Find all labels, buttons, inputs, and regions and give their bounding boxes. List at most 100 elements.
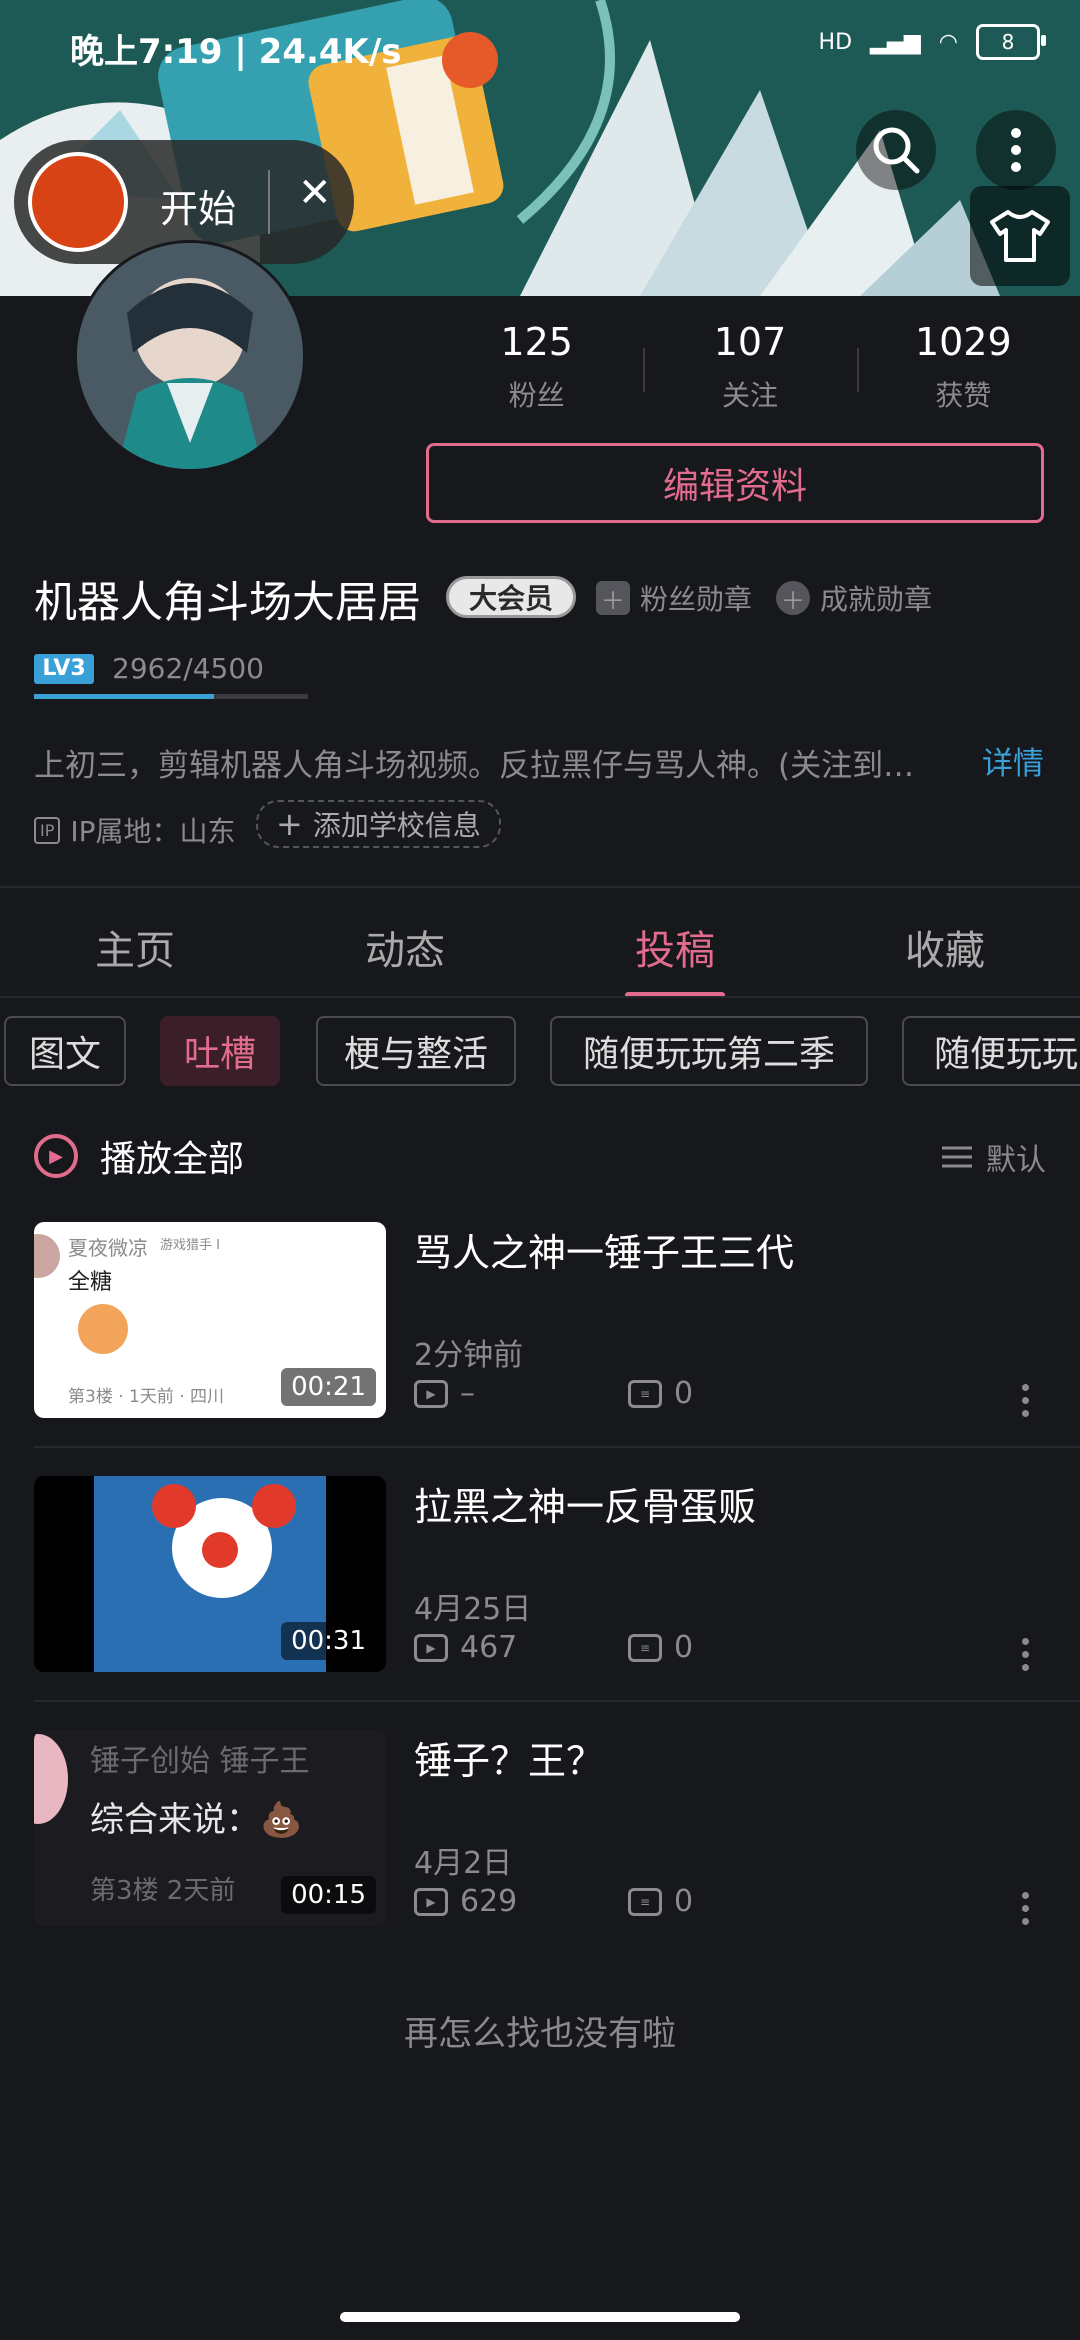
home-indicator[interactable] — [340, 2312, 740, 2322]
list-sort-icon — [942, 1146, 972, 1168]
level-progress-fill — [34, 694, 215, 699]
tab-dynamics[interactable]: 动态 — [270, 898, 540, 998]
video-thumbnail[interactable]: 锤子创始 锤子王 综合来说：💩 第3楼 2天前 00:15 — [34, 1730, 386, 1926]
record-close-icon[interactable]: ✕ — [298, 170, 332, 216]
chip-season-two[interactable]: 随便玩玩第二季 — [550, 1016, 868, 1086]
chip-graphic[interactable]: 图文 — [4, 1016, 126, 1086]
level-exp: 2962/4500 — [112, 652, 264, 685]
comment-icon: ≡ — [628, 1887, 662, 1916]
status-time: 晚上7:19 | 24.4K/s — [70, 32, 402, 72]
section-divider — [0, 886, 1080, 888]
video-comments: ≡ 0 — [628, 1884, 693, 1919]
video-item[interactable]: 锤子创始 锤子王 综合来说：💩 第3楼 2天前 00:15 锤子？王？ 4月2日… — [0, 1730, 1080, 1984]
achievement-medal[interactable]: ＋ 成就勋章 — [776, 578, 932, 618]
stat-followers-label: 粉丝 — [508, 379, 565, 412]
stat-following-label: 关注 — [721, 379, 778, 412]
thumb-emoji — [78, 1304, 128, 1354]
play-count-icon: ▶ — [414, 1633, 448, 1662]
thumb-text: 综合来说：💩 — [90, 1800, 303, 1840]
profile-tabs: 主页 动态 投稿 收藏 — [0, 898, 1080, 998]
video-thumbnail[interactable]: 夏夜微凉 游戏猎手 I 全糖 第3楼 · 1天前 · 四川 00:21 — [34, 1222, 386, 1418]
chip-complaint[interactable]: 吐槽 — [160, 1016, 280, 1086]
vip-badge[interactable]: 大会员 — [446, 576, 576, 618]
video-item[interactable]: 夏夜微凉 游戏猎手 I 全糖 第3楼 · 1天前 · 四川 00:21 骂人之神… — [0, 1222, 1080, 1476]
search-button[interactable] — [856, 110, 936, 190]
add-school-label: 添加学校信息 — [312, 809, 481, 842]
add-school-button[interactable]: + 添加学校信息 — [256, 800, 501, 848]
bio-more-link[interactable]: 详情 — [982, 738, 1044, 783]
video-item[interactable]: 00:31 拉黑之神一反骨蛋贩 4月25日 ▶ 467 ≡ 0 — [0, 1476, 1080, 1730]
status-icons: HD ▂▄▆ ◠ 8 — [818, 24, 1046, 60]
hd-signal-icon: HD — [818, 29, 853, 55]
thumb-avatar — [34, 1234, 60, 1278]
play-all-label: 播放全部 — [100, 1139, 245, 1180]
profile-stats: 125 粉丝 107 关注 1029 获赞 — [430, 320, 1070, 414]
edit-profile-button[interactable]: 编辑资料 — [426, 443, 1044, 523]
record-button[interactable] — [28, 152, 128, 252]
fan-medal-label: 粉丝勋章 — [640, 583, 753, 616]
thumb-avatar — [34, 1734, 68, 1824]
play-count-icon: ▶ — [414, 1379, 448, 1408]
ip-location-label: IP属地：山东 — [70, 815, 236, 848]
video-duration: 00:21 — [281, 1368, 376, 1406]
stat-likes-count: 1029 — [914, 320, 1012, 364]
achievement-medal-icon: ＋ — [776, 581, 810, 615]
stat-divider — [856, 348, 859, 392]
stat-divider — [643, 348, 646, 392]
thumb-text: 全糖 — [68, 1270, 113, 1295]
wifi-icon: ◠ — [938, 29, 958, 55]
video-date: 4月2日 — [414, 1846, 513, 1881]
stat-followers[interactable]: 125 粉丝 — [430, 320, 643, 414]
dress-up-button[interactable] — [970, 186, 1070, 286]
ip-icon: IP — [34, 816, 61, 844]
avatar[interactable] — [74, 240, 306, 472]
category-chips: 图文 吐槽 梗与整活 随便玩玩第二季 随便玩玩 — [0, 1016, 1080, 1090]
stat-likes[interactable]: 1029 获赞 — [856, 320, 1070, 414]
level-progress-bar — [34, 694, 308, 699]
stat-following-count: 107 — [713, 320, 787, 364]
video-views: ▶ 629 — [414, 1884, 517, 1919]
stat-likes-label: 获赞 — [935, 379, 992, 412]
video-title[interactable]: 拉黑之神一反骨蛋贩 — [414, 1476, 756, 1531]
end-of-list-message: 再怎么找也没有啦 — [404, 2014, 676, 2054]
video-more-icon[interactable] — [1020, 1384, 1030, 1417]
play-all-button[interactable]: ▶ 播放全部 — [34, 1130, 244, 1182]
tabs-divider — [0, 996, 1080, 998]
cellular-signal-icon: ▂▄▆ — [870, 29, 921, 55]
clown-hair-right — [252, 1484, 296, 1528]
level-badge: LV3 — [34, 653, 94, 684]
item-divider — [34, 1700, 1080, 1702]
video-more-icon[interactable] — [1020, 1892, 1030, 1925]
thumb-username: 锤子创始 锤子王 — [90, 1744, 310, 1779]
thumb-username: 夏夜微凉 — [68, 1236, 148, 1260]
video-views: ▶ 467 — [414, 1630, 517, 1665]
video-duration: 00:31 — [281, 1622, 376, 1660]
battery-icon: 8 — [976, 24, 1046, 60]
tab-favorites[interactable]: 收藏 — [810, 898, 1080, 998]
status-bar: 晚上7:19 | 24.4K/s HD ▂▄▆ ◠ 8 — [0, 0, 1080, 95]
item-divider — [34, 1446, 1080, 1448]
tshirt-icon — [990, 210, 1050, 262]
sort-label: 默认 — [986, 1143, 1046, 1178]
ip-location: IP IP属地：山东 — [34, 810, 236, 850]
sort-button[interactable]: 默认 — [942, 1135, 1046, 1179]
video-title[interactable]: 骂人之神一锤子王三代 — [414, 1222, 794, 1277]
more-vertical-icon — [1011, 128, 1021, 172]
fan-medal[interactable]: ＋ 粉丝勋章 — [596, 578, 752, 618]
stat-following[interactable]: 107 关注 — [643, 320, 856, 414]
more-options-button[interactable] — [976, 110, 1056, 190]
record-start-label[interactable]: 开始 — [160, 178, 236, 233]
video-thumbnail[interactable]: 00:31 — [34, 1476, 386, 1672]
video-title[interactable]: 锤子？王？ — [414, 1730, 604, 1785]
tab-home[interactable]: 主页 — [0, 898, 270, 998]
chip-memes[interactable]: 梗与整活 — [316, 1016, 516, 1086]
chip-play-around[interactable]: 随便玩玩 — [902, 1016, 1080, 1086]
video-views: ▶ – — [414, 1376, 475, 1411]
play-count-icon: ▶ — [414, 1887, 448, 1916]
bio-text: 上初三，剪辑机器人角斗场视频。反拉黑仔与骂人神。(关注到… — [34, 748, 915, 784]
level-row[interactable]: LV3 2962/4500 — [34, 652, 264, 685]
tab-uploads[interactable]: 投稿 — [540, 898, 810, 998]
video-date: 2分钟前 — [414, 1338, 524, 1373]
video-more-icon[interactable] — [1020, 1638, 1030, 1671]
record-divider — [268, 170, 270, 234]
